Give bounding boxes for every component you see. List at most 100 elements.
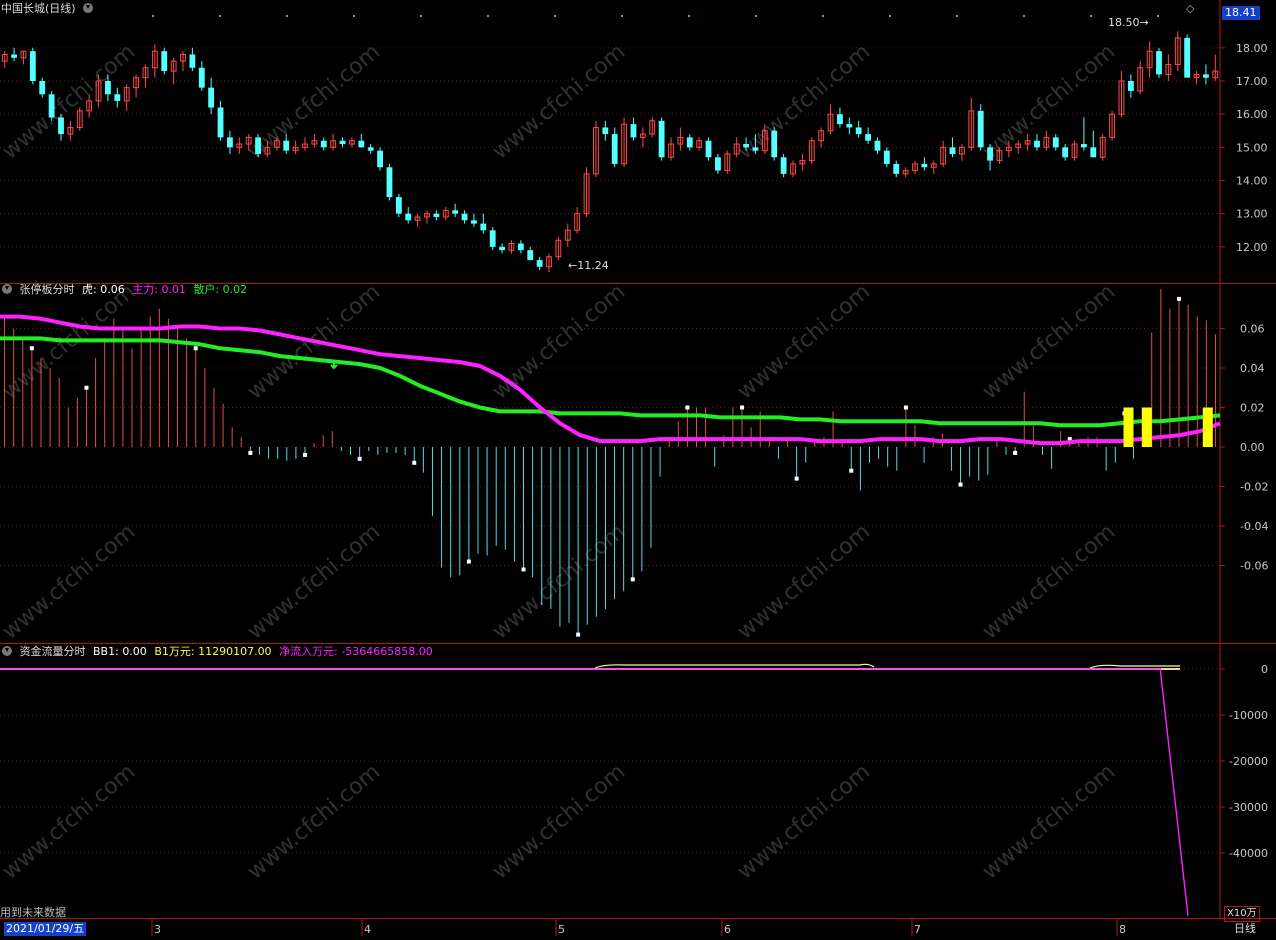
date-cursor: 2021/01/29/五 bbox=[4, 922, 87, 936]
candle-body bbox=[743, 144, 749, 148]
candle-body bbox=[921, 163, 928, 168]
stock-title[interactable]: 中国长城(日线) bbox=[1, 2, 76, 15]
candle-body bbox=[855, 127, 862, 135]
candle-body bbox=[499, 246, 505, 251]
candle-body bbox=[536, 260, 543, 267]
x-tick-label: 6 bbox=[724, 923, 731, 936]
top-marker-dot bbox=[420, 15, 422, 17]
indicator-tick-label: 0.02 bbox=[1240, 402, 1265, 415]
watermark-text: www.cfchi.com bbox=[978, 279, 1120, 404]
indicator-tick-label: 0.06 bbox=[1240, 323, 1265, 336]
price-tick-label: 16.00 bbox=[1236, 108, 1268, 121]
bb1-label: BB1: bbox=[93, 645, 119, 658]
candle-body bbox=[377, 150, 383, 168]
candle-body bbox=[320, 140, 327, 148]
tiger-marker bbox=[357, 456, 362, 461]
kline-chart-canvas[interactable]: www.cfchi.com www.cfchi.com www.cfchi.com w… bbox=[0, 0, 1276, 940]
candle-body bbox=[480, 223, 487, 231]
top-marker-dot bbox=[554, 15, 556, 17]
candle-body bbox=[283, 140, 290, 151]
tiger-marker bbox=[193, 346, 198, 351]
candle-body bbox=[471, 220, 477, 224]
candle-body bbox=[1127, 81, 1134, 91]
tiger-marker bbox=[84, 385, 89, 390]
tiger-marker bbox=[29, 346, 34, 351]
x-tick-label: 3 bbox=[154, 923, 161, 936]
tiger-marker bbox=[248, 450, 253, 455]
chevron-down-icon[interactable] bbox=[2, 646, 12, 656]
low-price-marker: ←11.24 bbox=[568, 259, 609, 272]
top-marker-dot bbox=[152, 15, 154, 17]
tiger-value: 0.06 bbox=[100, 283, 125, 296]
candle-body bbox=[48, 94, 55, 118]
candle-body bbox=[874, 140, 881, 151]
watermark-text: www.cfchi.com bbox=[733, 279, 875, 404]
candle-body bbox=[114, 94, 121, 101]
flow-tick-label: -30000 bbox=[1229, 801, 1268, 814]
candle-body bbox=[386, 167, 393, 198]
candle-body bbox=[405, 213, 412, 221]
candle-body bbox=[987, 147, 993, 161]
watermark-text: www.cfchi.com bbox=[488, 279, 630, 404]
candle-body bbox=[189, 54, 196, 68]
candle-body bbox=[227, 137, 233, 148]
tiger-marker bbox=[849, 468, 854, 473]
flow-indicator-name[interactable]: 资金流量分时 bbox=[20, 645, 86, 658]
tiger-marker bbox=[466, 559, 471, 564]
x-tick-label: 7 bbox=[914, 923, 921, 936]
candle-body bbox=[771, 130, 778, 158]
watermark-text: www.cfchi.com bbox=[0, 759, 140, 884]
indicator-tick-label: 0.00 bbox=[1240, 441, 1265, 454]
diamond-icon[interactable]: ◇ bbox=[1186, 2, 1194, 16]
top-marker-dot bbox=[219, 15, 221, 17]
top-marker-dot bbox=[1090, 15, 1092, 17]
candle-body bbox=[29, 51, 36, 82]
candle-body bbox=[977, 110, 984, 148]
top-marker-dot bbox=[286, 15, 288, 17]
candle-body bbox=[461, 213, 468, 221]
period-label[interactable]: 日线 bbox=[1234, 922, 1256, 936]
tiger-marker bbox=[794, 476, 799, 481]
candle-body bbox=[452, 210, 459, 214]
top-marker-dot bbox=[353, 15, 355, 17]
candle-body bbox=[358, 140, 365, 148]
high-price-marker: 18.50→ bbox=[1108, 16, 1149, 29]
watermark-text: www.cfchi.com bbox=[243, 759, 385, 884]
candle-body bbox=[1081, 144, 1087, 148]
chevron-down-icon[interactable] bbox=[2, 284, 12, 294]
bb1-value: 0.00 bbox=[122, 645, 147, 658]
current-price-badge: 18.41 bbox=[1222, 6, 1260, 20]
flow-tick-label: -10000 bbox=[1229, 709, 1268, 722]
watermark-text: www.cfchi.com bbox=[978, 519, 1120, 644]
price-tick-label: 13.00 bbox=[1236, 208, 1268, 221]
tiger-marker bbox=[576, 632, 581, 637]
candle-body bbox=[715, 157, 721, 171]
candle-body bbox=[837, 114, 843, 125]
candle-body bbox=[39, 81, 46, 95]
price-tick-label: 18.00 bbox=[1236, 42, 1268, 55]
highlight-bar bbox=[1141, 407, 1152, 447]
x-tick-label: 5 bbox=[558, 923, 565, 936]
watermark-text: www.cfchi.com bbox=[488, 39, 630, 164]
candle-body bbox=[527, 250, 534, 261]
indicator-tick-label: -0.04 bbox=[1240, 520, 1268, 533]
chevron-down-icon[interactable] bbox=[83, 3, 94, 13]
candle-body bbox=[611, 134, 618, 164]
candle-body bbox=[208, 87, 215, 108]
indicator-tick-label: 0.04 bbox=[1240, 362, 1265, 375]
tiger-marker bbox=[1013, 450, 1018, 455]
indicator-name[interactable]: 张停板分时 bbox=[20, 283, 75, 296]
candle-body bbox=[686, 137, 693, 148]
top-marker-dot bbox=[1023, 15, 1025, 17]
candle-body bbox=[780, 157, 787, 174]
candle-body bbox=[883, 150, 890, 164]
watermark-text: www.cfchi.com bbox=[243, 519, 385, 644]
candle-body bbox=[1203, 74, 1209, 78]
candle-body bbox=[1156, 51, 1162, 75]
watermark-text: www.cfchi.com bbox=[488, 519, 630, 644]
candle-body bbox=[517, 243, 524, 251]
watermark-text: www.cfchi.com bbox=[488, 759, 630, 884]
tiger-marker bbox=[630, 577, 635, 582]
tiger-marker bbox=[958, 482, 963, 487]
b1-value: 11290107.00 bbox=[198, 645, 272, 658]
